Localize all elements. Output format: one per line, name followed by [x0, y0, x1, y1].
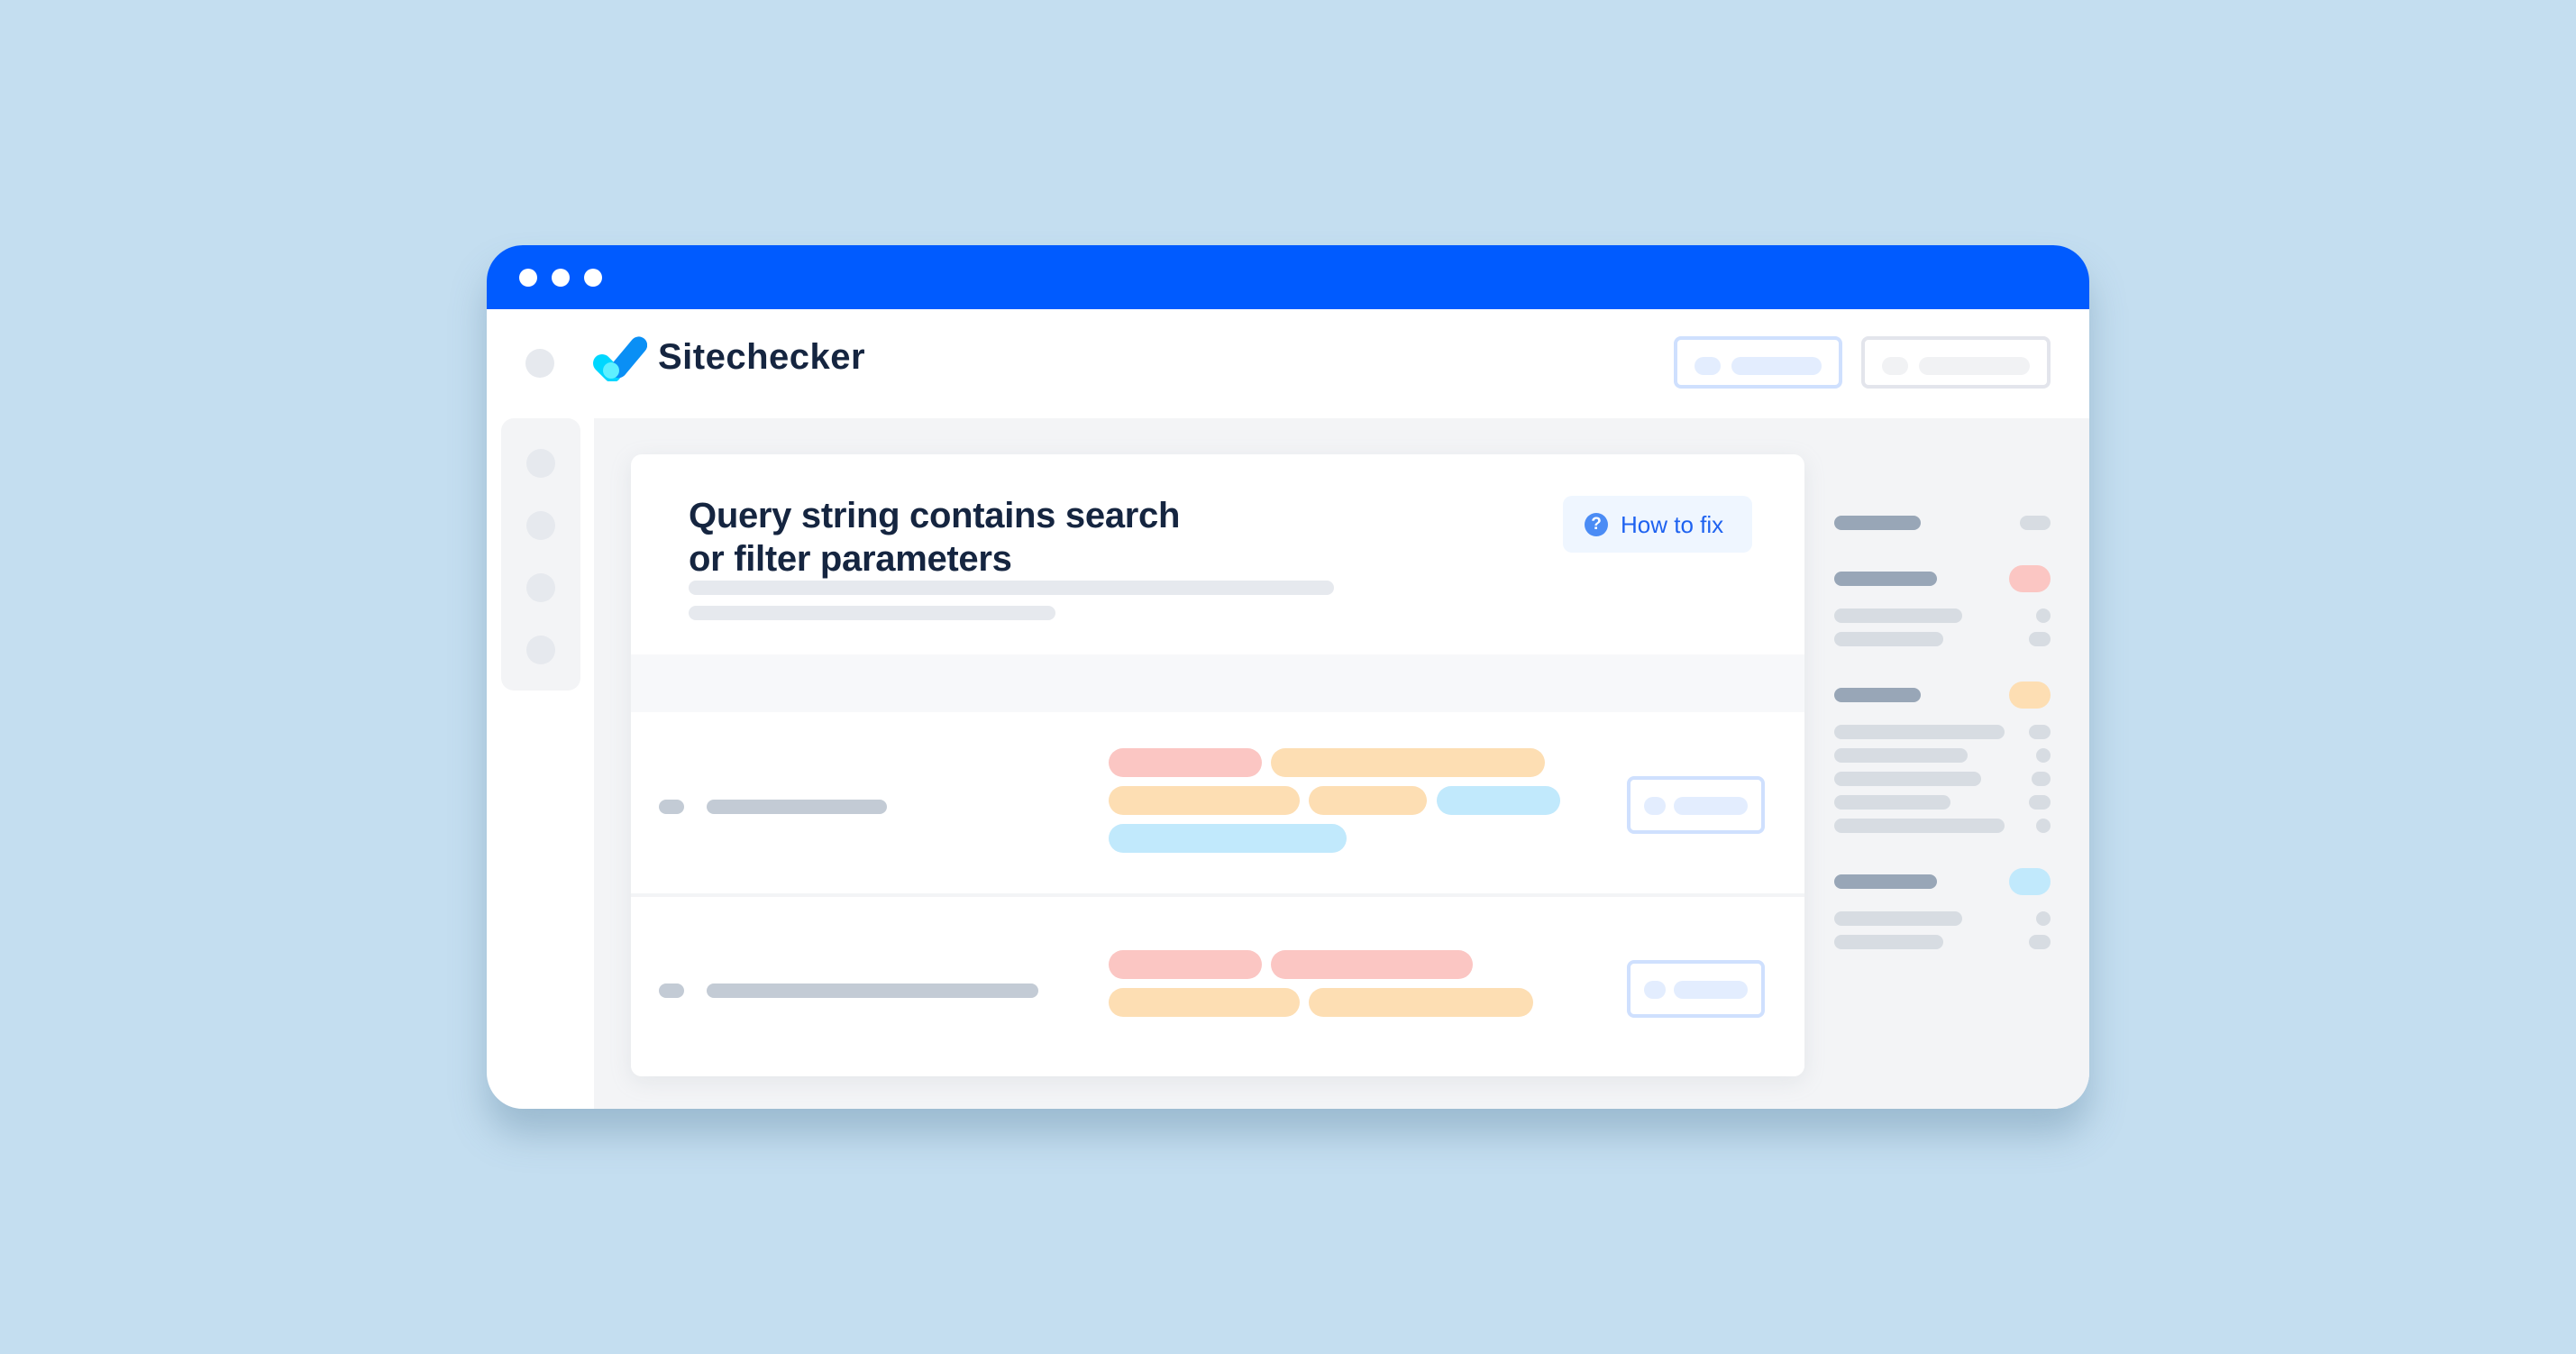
table-header [631, 654, 1804, 712]
summary-count [2029, 935, 2051, 949]
summary-line [1834, 608, 1962, 623]
title-bar [487, 245, 2089, 309]
issue-title-line-1: Query string contains search [689, 496, 1181, 535]
summary-line [1834, 819, 2005, 833]
button-label-placeholder [1674, 797, 1748, 815]
summary-count [2029, 632, 2051, 646]
severity-badge-red[interactable] [2009, 565, 2051, 592]
row-icon-placeholder [659, 983, 684, 998]
table-row[interactable] [631, 897, 1804, 1076]
severity-badge-blue[interactable] [2009, 868, 2051, 895]
window-dot-2[interactable] [552, 269, 570, 287]
summary-line [1834, 935, 1943, 949]
browser-window: Sitechecker Query string contains search… [487, 245, 2089, 1109]
window-dot-1[interactable] [519, 269, 537, 287]
table-row[interactable] [631, 712, 1804, 893]
summary-heading [1834, 688, 1921, 702]
button-icon-placeholder [1694, 357, 1721, 375]
summary-count [2036, 608, 2051, 623]
tag [1109, 950, 1262, 979]
left-sidebar [501, 418, 580, 691]
description-line-2 [689, 606, 1055, 620]
window-dot-3[interactable] [584, 269, 602, 287]
button-icon-placeholder [1882, 357, 1908, 375]
tag [1309, 786, 1427, 815]
menu-toggle-icon[interactable] [525, 349, 554, 378]
nav-item-3[interactable] [526, 573, 555, 602]
row-icon-placeholder [659, 800, 684, 814]
issue-title-line-2: or filter parameters [689, 539, 1012, 579]
row-url-placeholder [707, 983, 1038, 998]
tag [1309, 988, 1533, 1017]
summary-count [2020, 516, 2051, 530]
summary-line [1834, 725, 2005, 739]
summary-heading [1834, 516, 1921, 530]
row-url-placeholder [707, 800, 887, 814]
summary-heading [1834, 572, 1937, 586]
summary-line [1834, 632, 1943, 646]
summary-line [1834, 795, 1950, 810]
issue-title: Query string contains search or filter p… [689, 494, 1180, 581]
tag [1109, 824, 1347, 853]
button-label-placeholder [1674, 981, 1748, 999]
summary-line [1834, 772, 1981, 786]
header-primary-button[interactable] [1674, 336, 1842, 389]
description-line-1 [689, 581, 1334, 595]
row-action-button[interactable] [1627, 960, 1765, 1018]
nav-item-1[interactable] [526, 449, 555, 478]
right-summary-panel [1834, 516, 2069, 1057]
severity-badge-orange[interactable] [2009, 682, 2051, 709]
brand-name: Sitechecker [658, 337, 866, 377]
tag [1437, 786, 1560, 815]
summary-count [2036, 911, 2051, 926]
summary-count [2029, 725, 2051, 739]
summary-count [2032, 772, 2051, 786]
checkmark-logo-icon [593, 336, 647, 381]
tag [1109, 748, 1262, 777]
summary-count [2029, 795, 2051, 810]
button-icon-placeholder [1644, 797, 1666, 815]
app-header: Sitechecker [487, 309, 2089, 417]
row-action-button[interactable] [1627, 776, 1765, 834]
summary-count [2036, 748, 2051, 763]
nav-item-4[interactable] [526, 636, 555, 664]
nav-item-2[interactable] [526, 511, 555, 540]
summary-line [1834, 911, 1962, 926]
summary-line [1834, 748, 1968, 763]
issue-card: Query string contains search or filter p… [631, 454, 1804, 1076]
tag [1271, 748, 1545, 777]
summary-count [2036, 819, 2051, 833]
tag [1109, 786, 1300, 815]
tag [1109, 988, 1300, 1017]
question-circle-icon: ? [1585, 513, 1608, 536]
button-icon-placeholder [1644, 981, 1666, 999]
summary-heading [1834, 874, 1937, 889]
tag [1271, 950, 1473, 979]
button-label-placeholder [1731, 357, 1822, 375]
how-to-fix-button[interactable]: ? How to fix [1563, 496, 1752, 553]
button-label-placeholder [1919, 357, 2030, 375]
how-to-fix-label: How to fix [1621, 511, 1724, 538]
header-secondary-button[interactable] [1861, 336, 2051, 389]
